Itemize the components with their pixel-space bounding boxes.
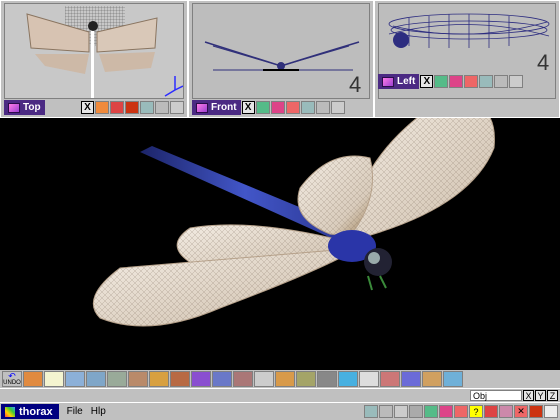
pan-icon[interactable] xyxy=(479,75,494,88)
undo-button[interactable]: ↶ UNDO xyxy=(2,371,22,387)
select-icon[interactable] xyxy=(65,371,85,387)
top-view-label: Top xyxy=(23,102,41,113)
zoom-icon[interactable] xyxy=(509,75,524,88)
zoom-icon[interactable] xyxy=(330,101,345,114)
rotate-icon[interactable] xyxy=(155,101,169,114)
render-icon[interactable] xyxy=(125,101,139,114)
menu-help[interactable]: Hlp xyxy=(91,406,106,417)
question-icon[interactable]: ? xyxy=(469,405,483,418)
rotate-icon[interactable] xyxy=(379,405,393,418)
left-view-render: 4 xyxy=(388,13,550,75)
axis-x-button[interactable]: X xyxy=(523,390,534,401)
pan-icon[interactable] xyxy=(364,405,378,418)
texture-icon[interactable] xyxy=(484,405,498,418)
zoom-icon[interactable] xyxy=(394,405,408,418)
main-toolbar: ↶ UNDO xyxy=(0,370,560,388)
light-icon[interactable] xyxy=(44,371,64,387)
move-icon[interactable] xyxy=(409,405,423,418)
close-button[interactable]: X xyxy=(81,101,94,114)
front-corner-number: 4 xyxy=(349,72,361,97)
front-view-tag[interactable]: Front xyxy=(192,100,241,115)
front-viewport[interactable]: 4 Front X xyxy=(188,0,374,118)
main-3d-viewport[interactable] xyxy=(0,118,560,370)
dragonfly-model xyxy=(92,118,495,327)
grid-icon[interactable] xyxy=(107,371,127,387)
close-button[interactable]: X xyxy=(420,75,434,88)
camera-icon[interactable] xyxy=(443,371,463,387)
rotate-icon[interactable] xyxy=(315,101,330,114)
rotate-icon[interactable] xyxy=(86,371,106,387)
undo-label: UNDO xyxy=(3,380,21,386)
view-tag-icon xyxy=(196,102,208,113)
axis-y-button[interactable]: Y xyxy=(535,390,546,401)
left-view-label: Left xyxy=(397,76,416,87)
hinge-icon[interactable] xyxy=(275,371,295,387)
palette-icon[interactable] xyxy=(149,371,169,387)
undo-icon: ↶ xyxy=(8,371,16,381)
tray-toolbar: ? ✕ xyxy=(364,405,558,418)
object-field[interactable]: Obj xyxy=(470,390,522,401)
torus-icon[interactable] xyxy=(191,371,211,387)
menu-bar: thorax File Hlp ? ✕ xyxy=(0,402,560,420)
rotate-icon[interactable] xyxy=(494,75,509,88)
extrude-icon[interactable] xyxy=(233,371,253,387)
front-viewport-toolbar: Front X xyxy=(192,100,370,115)
stack-icon[interactable] xyxy=(317,371,337,387)
light-icon[interactable] xyxy=(544,405,558,418)
render-icon[interactable] xyxy=(529,405,543,418)
zoom-icon[interactable] xyxy=(170,101,184,114)
render-icon[interactable] xyxy=(422,371,442,387)
close-icon[interactable]: ✕ xyxy=(514,405,528,418)
plane-icon[interactable] xyxy=(296,371,316,387)
house-icon[interactable] xyxy=(454,405,468,418)
sphere-icon[interactable] xyxy=(170,371,190,387)
house-icon[interactable] xyxy=(464,75,479,88)
cube-icon[interactable] xyxy=(95,101,109,114)
app-title-button[interactable]: thorax xyxy=(1,404,59,419)
texture-icon[interactable] xyxy=(110,101,124,114)
palette-icon[interactable] xyxy=(449,75,464,88)
pan-icon[interactable] xyxy=(140,101,154,114)
top-view-render xyxy=(26,6,183,98)
cube-icon[interactable] xyxy=(23,371,43,387)
axis-z-button[interactable]: Z xyxy=(547,390,558,401)
lathe-icon[interactable] xyxy=(212,371,232,387)
app-name: thorax xyxy=(19,405,53,418)
view-tag-icon xyxy=(382,76,394,87)
path-icon[interactable] xyxy=(254,371,274,387)
grid-icon[interactable] xyxy=(434,75,449,88)
grid-icon[interactable] xyxy=(255,101,270,114)
house-icon[interactable] xyxy=(285,101,300,114)
app-logo-icon xyxy=(5,406,15,417)
front-view-label: Front xyxy=(211,102,237,113)
front-view-render: 4 xyxy=(204,41,361,97)
texture-icon[interactable] xyxy=(128,371,148,387)
close-button[interactable]: X xyxy=(241,101,255,114)
grid-mesh-icon[interactable] xyxy=(401,371,421,387)
top-viewport-toolbar: Top X xyxy=(4,100,184,115)
menu-file[interactable]: File xyxy=(67,406,83,417)
top-view-canvas[interactable] xyxy=(4,3,184,99)
grid-icon[interactable] xyxy=(424,405,438,418)
figure-icon[interactable] xyxy=(338,371,358,387)
top-viewport[interactable]: Top X xyxy=(0,0,188,118)
palette-icon[interactable] xyxy=(439,405,453,418)
left-viewport[interactable]: 4 Left X xyxy=(374,0,560,118)
pan-icon[interactable] xyxy=(300,101,315,114)
shape-icon[interactable] xyxy=(499,405,513,418)
left-viewport-toolbar: Left X xyxy=(378,74,556,89)
palette-icon[interactable] xyxy=(270,101,285,114)
view-tag-icon xyxy=(8,102,20,113)
left-view-tag[interactable]: Left xyxy=(378,74,420,89)
status-bar: Obj X Y Z xyxy=(0,388,560,402)
left-corner-number: 4 xyxy=(537,50,549,75)
animate-icon[interactable] xyxy=(359,371,379,387)
bones-icon[interactable] xyxy=(380,371,400,387)
front-view-canvas[interactable]: 4 xyxy=(192,3,370,99)
top-view-tag[interactable]: Top xyxy=(4,100,45,115)
